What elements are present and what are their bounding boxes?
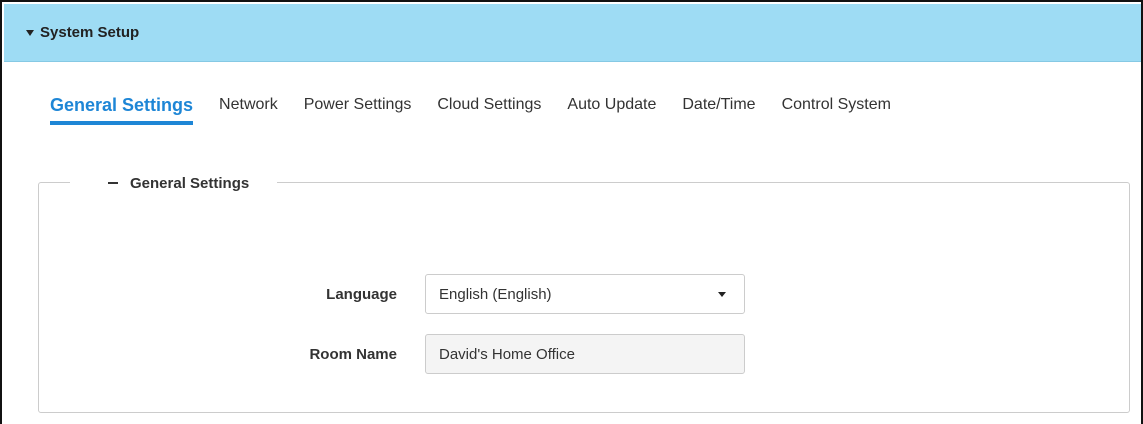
tab-power-settings[interactable]: Power Settings — [304, 96, 412, 126]
language-label: Language — [326, 285, 397, 303]
panel-title: System Setup — [40, 24, 140, 41]
tab-date-time[interactable]: Date/Time — [682, 96, 755, 126]
room-name-input[interactable] — [425, 334, 745, 374]
room-name-label: Room Name — [309, 345, 397, 363]
section-legend: General Settings — [70, 172, 278, 194]
window-frame: System Setup General Settings Network Po… — [0, 0, 1143, 424]
tab-control-system[interactable]: Control System — [782, 96, 891, 126]
section-title: General Settings — [130, 174, 250, 192]
tab-general-settings[interactable]: General Settings — [50, 95, 194, 125]
tab-cloud-settings[interactable]: Cloud Settings — [437, 96, 541, 126]
language-select[interactable]: English (English) — [425, 274, 745, 314]
system-setup-header[interactable]: System Setup — [4, 4, 1141, 62]
room-name-row: Room Name — [277, 334, 745, 374]
tab-network[interactable]: Network — [219, 96, 278, 126]
minus-icon[interactable] — [108, 182, 118, 184]
language-select-value: English (English) — [439, 285, 552, 303]
settings-tabs: General Settings Network Power Settings … — [50, 95, 917, 130]
language-row: Language English (English) — [277, 274, 745, 314]
caret-down-icon — [26, 29, 34, 36]
chevron-down-icon — [718, 291, 726, 297]
tab-auto-update[interactable]: Auto Update — [567, 96, 656, 126]
